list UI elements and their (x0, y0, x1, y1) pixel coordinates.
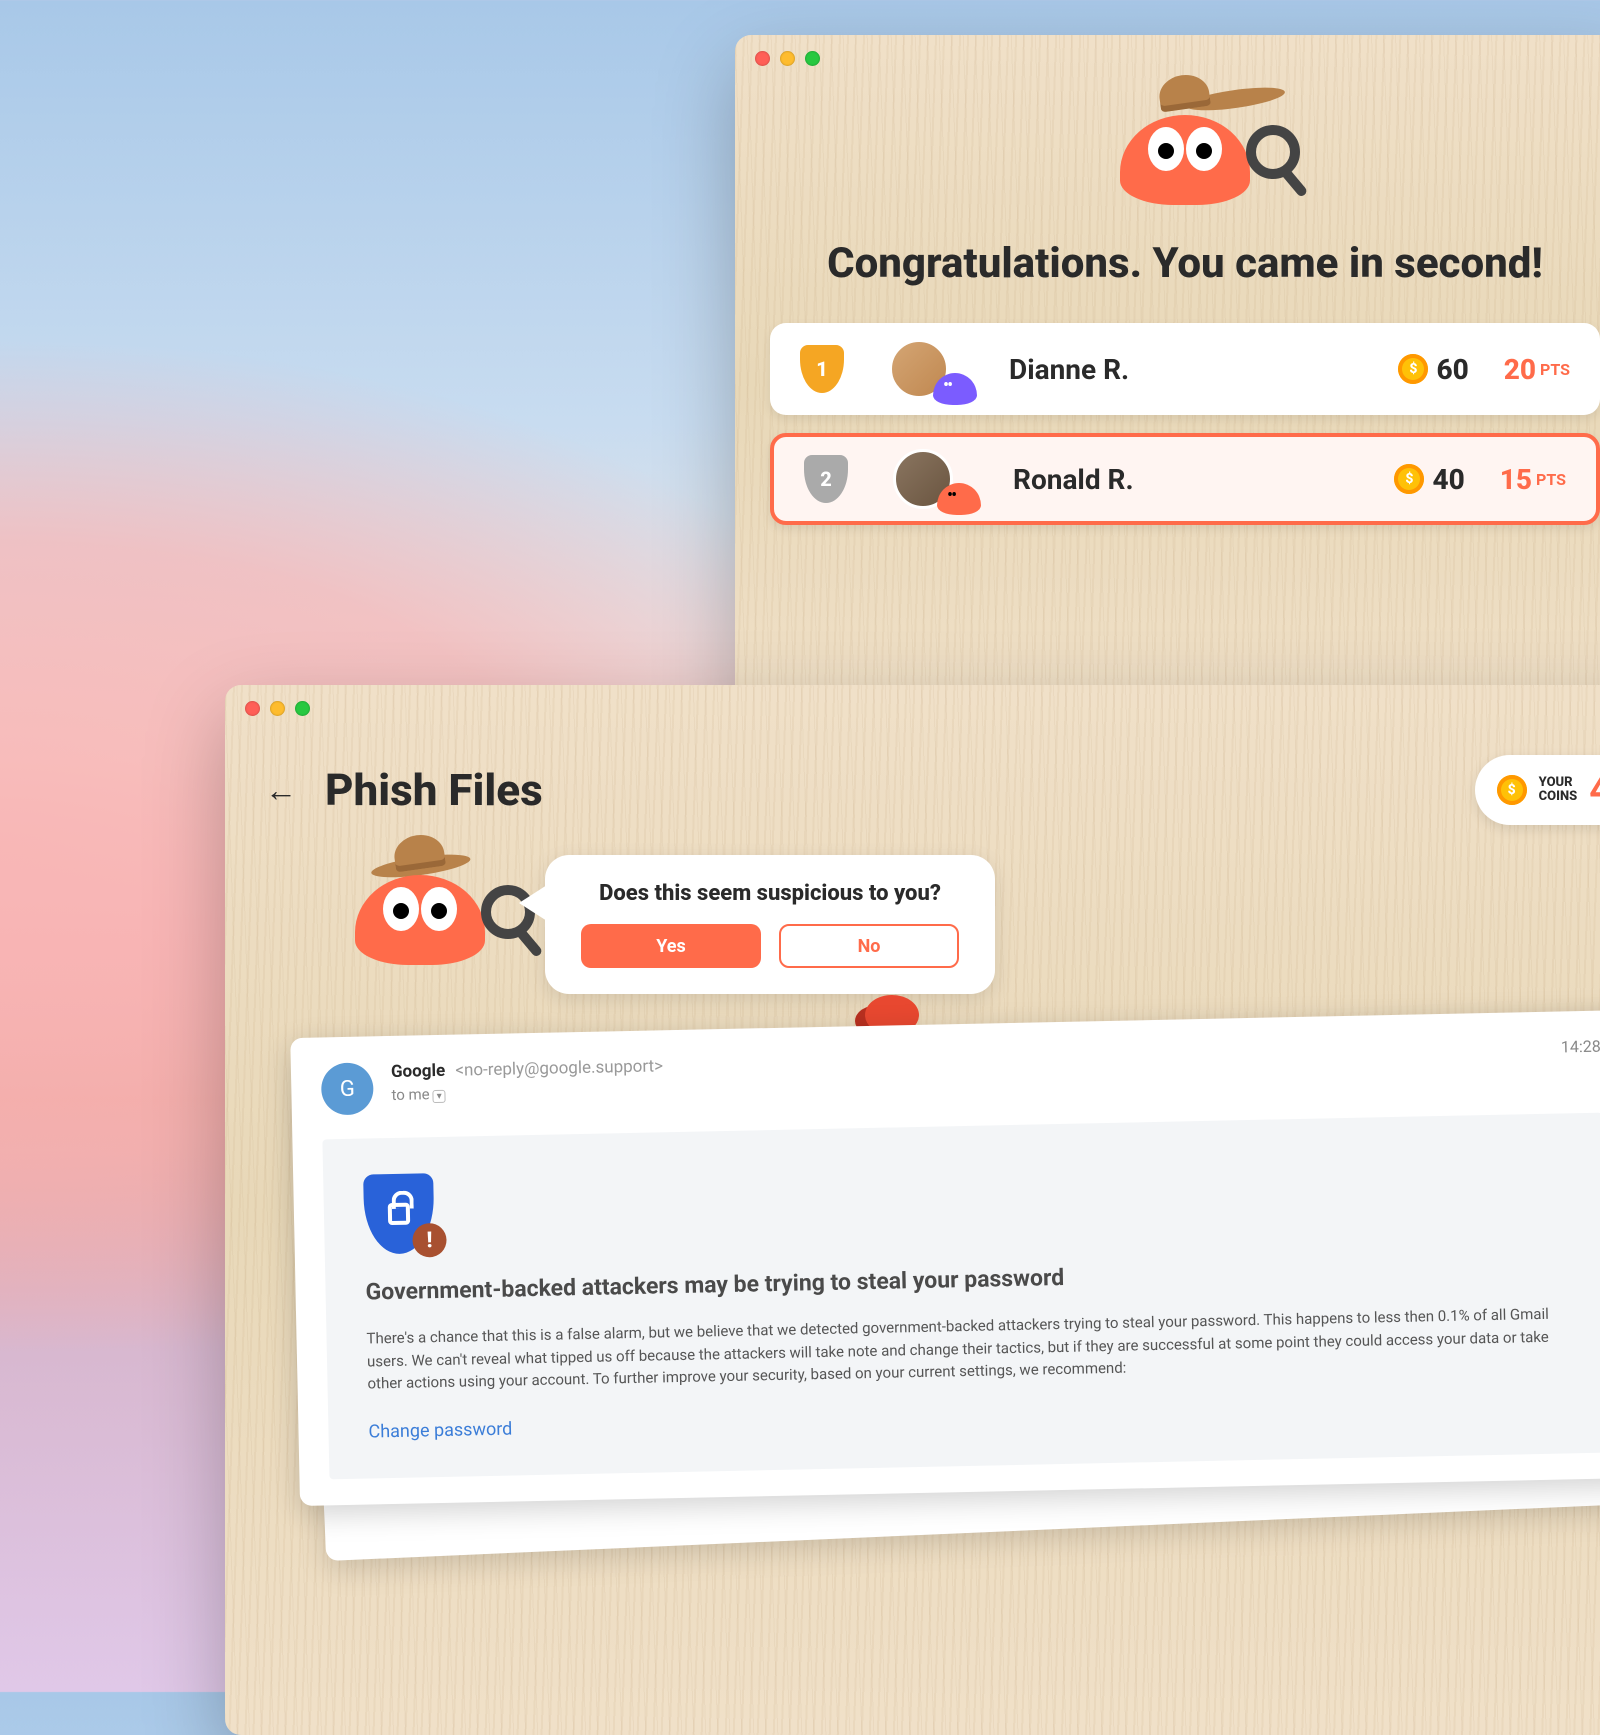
email-from: Google <no-reply@google.support> (391, 1056, 663, 1082)
avatar (889, 339, 949, 399)
minimize-icon[interactable] (780, 51, 795, 66)
email-body: ! Government-backed attackers may be try… (322, 1113, 1600, 1479)
mascot (735, 115, 1600, 209)
email-paragraph: There's a chance that this is a false al… (366, 1302, 1567, 1395)
coins-badge: $ YOUR COINS 4 (1475, 755, 1600, 825)
coins-value: 60 (1436, 353, 1468, 386)
coins-count: 4 (1589, 769, 1600, 811)
leaderboard-row: 1 Dianne R. $ 60 20 PTS (770, 323, 1600, 415)
points-label: PTS (1540, 360, 1570, 379)
coin-icon: $ (1398, 354, 1428, 384)
points-value: 20 (1504, 353, 1536, 386)
points-label: PTS (1536, 470, 1566, 489)
alert-badge-icon: ! (412, 1223, 447, 1258)
maximize-icon[interactable] (295, 701, 310, 716)
buddy-icon (937, 483, 981, 515)
congrats-heading: Congratulations. You came in second! (735, 239, 1600, 288)
email-to: to me▾ (391, 1080, 663, 1104)
coins-value: 40 (1432, 463, 1464, 496)
window-controls (245, 701, 310, 716)
player-name: Dianne R. (1009, 353, 1398, 386)
email-time: 14:28 (1561, 1037, 1600, 1057)
player-name: Ronald R. (1013, 463, 1394, 496)
email-card[interactable]: G Google <no-reply@google.support> to me… (290, 1010, 1600, 1505)
email-headline: Government-backed attackers may be tryin… (365, 1253, 1565, 1305)
coins-label: YOUR COINS (1539, 776, 1578, 805)
no-button[interactable]: No (779, 924, 959, 968)
shield-lock-icon: ! (363, 1173, 435, 1254)
yes-button[interactable]: Yes (581, 924, 761, 968)
page-title: Phish Files (325, 764, 1475, 816)
close-icon[interactable] (245, 701, 260, 716)
avatar (893, 449, 953, 509)
points-value: 15 (1500, 463, 1532, 496)
speech-bubble: Does this seem suspicious to you? Yes No (545, 855, 995, 994)
leaderboard-window: Congratulations. You came in second! 1 D… (735, 35, 1600, 735)
window-controls (755, 51, 820, 66)
close-icon[interactable] (755, 51, 770, 66)
mascot (355, 875, 485, 969)
email-card-stack: G Google <no-reply@google.support> to me… (295, 1024, 1600, 1492)
rank-shield-icon: 2 (804, 455, 848, 503)
maximize-icon[interactable] (805, 51, 820, 66)
change-password-link[interactable]: Change password (368, 1418, 512, 1442)
coin-icon: $ (1394, 464, 1424, 494)
question-text: Does this seem suspicious to you? (581, 881, 959, 906)
leaderboard-row: 2 Ronald R. $ 40 15 PTS (770, 433, 1600, 525)
sender-avatar: G (321, 1062, 374, 1115)
coin-icon: $ (1497, 775, 1527, 805)
magnifier-icon (1246, 125, 1300, 179)
buddy-icon (933, 373, 977, 405)
rank-shield-icon: 1 (800, 345, 844, 393)
back-button[interactable]: ← (265, 771, 297, 809)
chevron-down-icon[interactable]: ▾ (433, 1090, 446, 1103)
minimize-icon[interactable] (270, 701, 285, 716)
phish-files-window: ← Phish Files $ YOUR COINS 4 (225, 685, 1600, 1735)
